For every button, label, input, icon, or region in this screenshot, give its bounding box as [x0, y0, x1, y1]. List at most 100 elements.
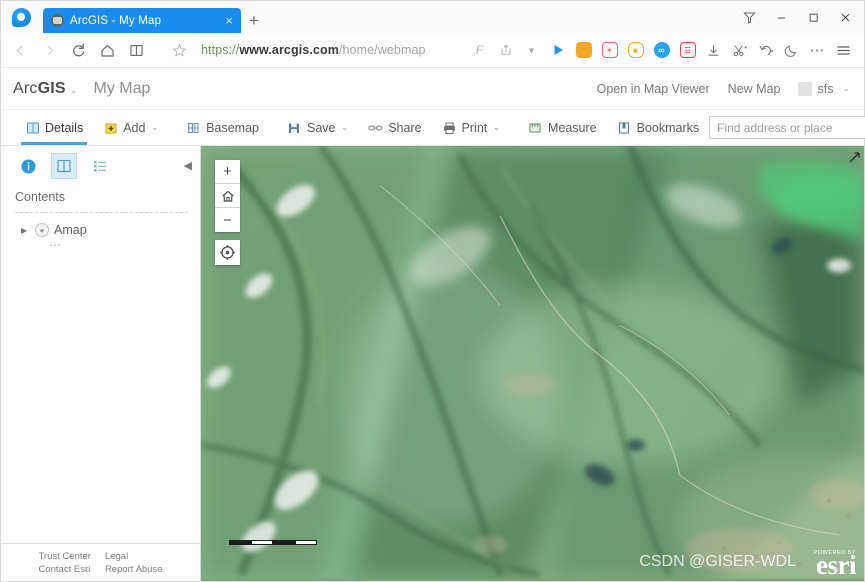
url-host: www.arcgis.com: [239, 43, 339, 57]
contents-panel-icon[interactable]: [51, 153, 77, 179]
forward-button[interactable]: [36, 37, 63, 64]
sidebar-footer: Trust Center Contact Esri Legal Report A…: [1, 543, 200, 581]
reading-mode-button[interactable]: [123, 37, 150, 64]
new-map-link[interactable]: New Map: [728, 82, 781, 96]
satellite-imagery: [201, 146, 864, 579]
video-play-icon[interactable]: [545, 37, 570, 63]
details-panel-icon: [25, 120, 40, 135]
more-options-icon[interactable]: ⋯: [805, 37, 830, 63]
basemap-button[interactable]: Basemap: [176, 110, 269, 145]
browser-navigation-bar: https://www.arcgis.com/home/webmap F ▾ ☀…: [1, 33, 864, 68]
map-canvas[interactable]: + − POWERED BY esri CSDN @GISER-WDL: [201, 146, 864, 581]
brand-suffix: GIS: [37, 79, 66, 97]
scale-segment: [295, 540, 317, 545]
close-icon[interactable]: ×: [223, 13, 235, 28]
close-button[interactable]: [830, 2, 860, 32]
bookmark-manager-icon[interactable]: ☰: [675, 37, 700, 63]
layer-options-icon[interactable]: ⋯: [1, 238, 200, 252]
expand-arrow-icon[interactable]: [849, 150, 860, 163]
app-body: ◀ Contents ▶ ● Amap ⋯ Trust Center Conta…: [1, 146, 864, 581]
bookmarks-button[interactable]: Bookmarks: [607, 110, 710, 145]
tab-strip: ArcGIS - My Map × +: [1, 1, 864, 33]
csdn-watermark: CSDN @GISER-WDL: [639, 553, 796, 570]
page-title: My Map: [93, 79, 151, 97]
back-button[interactable]: [7, 37, 34, 64]
screenshot-scissors-icon[interactable]: [727, 37, 752, 63]
scale-bar: [229, 540, 317, 545]
minimize-button[interactable]: [766, 2, 796, 32]
zoom-out-button[interactable]: −: [215, 208, 240, 232]
collapse-panel-icon[interactable]: ◀: [184, 159, 192, 172]
window-controls: [734, 1, 860, 33]
video-capture-icon[interactable]: [571, 37, 596, 63]
basemap-button-label: Basemap: [206, 120, 259, 135]
add-plus-icon: [103, 120, 118, 135]
printer-icon: [442, 120, 457, 135]
share-button-label: Share: [388, 120, 422, 135]
layer-item-amap[interactable]: ▶ ● Amap: [1, 213, 200, 237]
report-abuse-link[interactable]: Report Abuse: [105, 564, 163, 575]
chevron-right-icon[interactable]: ▶: [21, 226, 30, 235]
scale-segment: [229, 540, 251, 545]
download-icon[interactable]: [701, 37, 726, 63]
share-button[interactable]: Share: [358, 110, 431, 145]
contact-esri-link[interactable]: Contact Esri: [38, 564, 90, 575]
bookmark-star-icon[interactable]: [166, 37, 193, 64]
reload-button[interactable]: [65, 37, 92, 64]
trust-center-link[interactable]: Trust Center: [38, 551, 90, 562]
legal-link[interactable]: Legal: [105, 551, 163, 562]
infinity-icon[interactable]: ∞: [649, 37, 674, 63]
add-button[interactable]: Add ⌄: [93, 110, 168, 145]
url-scheme: https://: [201, 43, 240, 57]
browser-tab-arcgis[interactable]: ArcGIS - My Map ×: [43, 8, 241, 33]
legend-list-icon[interactable]: [87, 153, 113, 179]
avatar: [798, 81, 813, 96]
game-controller-icon[interactable]: ■: [623, 37, 648, 63]
browser-menu-icon[interactable]: [831, 37, 856, 63]
save-disk-icon: [287, 120, 302, 135]
chevron-down-icon: ⌄: [493, 123, 500, 132]
print-button-label: Print: [461, 120, 488, 135]
home-button[interactable]: [94, 37, 121, 64]
globe-favicon-icon: [51, 14, 64, 27]
contents-title: Contents: [15, 190, 66, 204]
chat-bubble-logo-icon[interactable]: [7, 1, 35, 33]
maximize-button[interactable]: [798, 2, 828, 32]
tab-title: ArcGIS - My Map: [70, 14, 162, 27]
user-name: sfs: [817, 81, 834, 96]
arcgis-header: ArcGIS ⌄ My Map Open in Map Viewer New Ma…: [1, 68, 864, 110]
brand-prefix: Arc: [13, 79, 38, 97]
app-extra-icon[interactable]: [734, 2, 764, 32]
search-input[interactable]: [717, 120, 865, 135]
night-mode-icon[interactable]: [779, 37, 804, 63]
layer-type-icon: ●: [35, 223, 49, 237]
map-search[interactable]: [709, 116, 865, 139]
chevron-down-icon[interactable]: ▾: [519, 37, 544, 63]
chevron-down-icon: ⌄: [151, 123, 159, 132]
arcgis-brand-logo[interactable]: ArcGIS ⌄: [13, 80, 78, 98]
about-info-icon[interactable]: [15, 153, 41, 179]
locate-crosshair-icon[interactable]: [215, 240, 240, 265]
chevron-down-icon[interactable]: ⌄: [70, 85, 78, 95]
user-menu[interactable]: sfs ⌄: [798, 81, 850, 96]
contents-sidebar: ◀ Contents ▶ ● Amap ⋯ Trust Center Conta…: [1, 146, 201, 581]
sidebar-icon-row: ◀: [1, 146, 200, 186]
powered-by-label: POWERED BY: [813, 549, 856, 556]
open-in-map-viewer-link[interactable]: Open in Map Viewer: [597, 82, 710, 96]
history-undo-icon[interactable]: [753, 37, 778, 63]
address-bar[interactable]: https://www.arcgis.com/home/webmap: [195, 37, 465, 64]
print-button[interactable]: Print ⌄: [432, 110, 510, 145]
save-button[interactable]: Save ⌄: [277, 110, 358, 145]
measure-button[interactable]: Measure: [518, 110, 607, 145]
image-tool-icon[interactable]: ☀: [597, 37, 622, 63]
new-tab-button[interactable]: +: [241, 8, 267, 33]
url-path: /home/webmap: [338, 43, 426, 57]
basemap-grid-icon: [186, 120, 201, 135]
bookmarks-icon: [617, 120, 632, 135]
share-icon[interactable]: [493, 37, 518, 63]
chevron-down-icon: ⌄: [341, 123, 349, 132]
fanyi-icon[interactable]: F: [467, 37, 492, 63]
zoom-in-button[interactable]: +: [215, 160, 240, 184]
tab-details[interactable]: Details: [15, 110, 93, 145]
home-button[interactable]: [215, 184, 240, 208]
